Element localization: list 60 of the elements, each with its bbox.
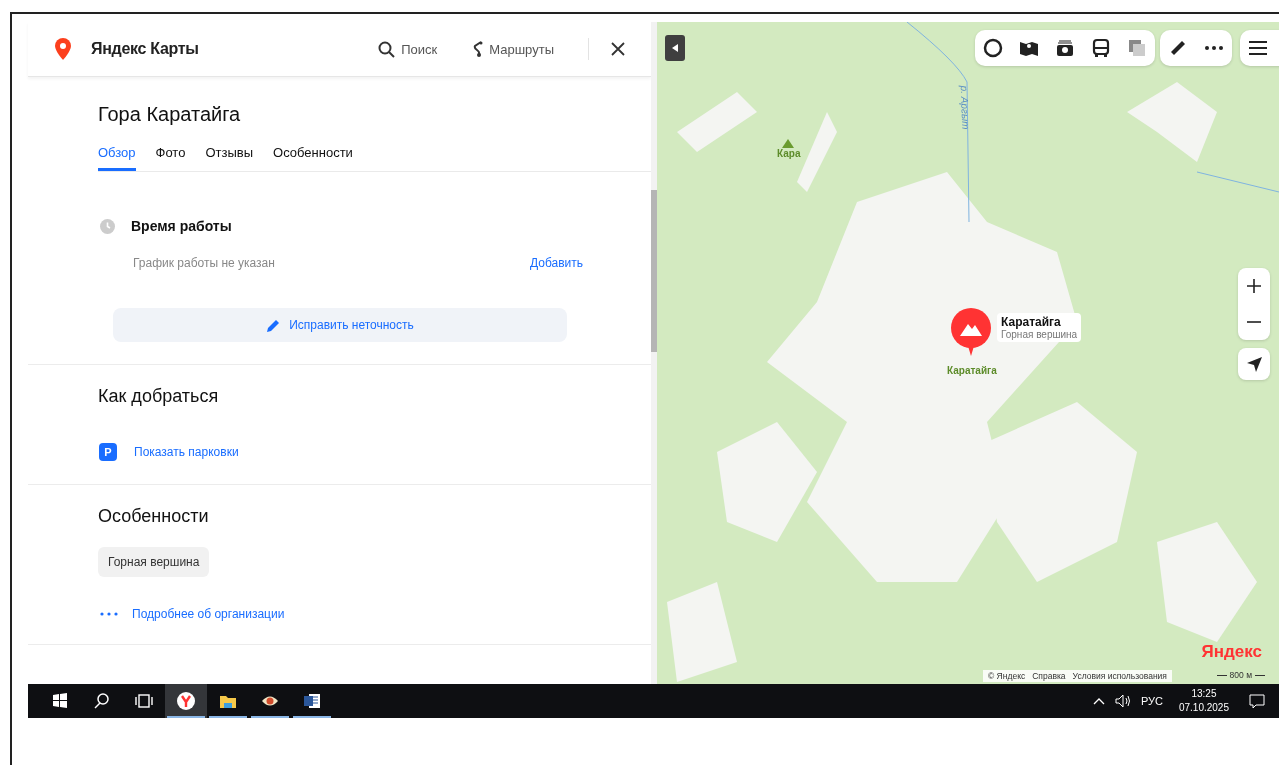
- map-scale: 800 м: [1216, 670, 1265, 680]
- peak-label: Каратайга: [947, 365, 997, 376]
- word-icon: [303, 692, 321, 710]
- section-heading: Как добраться: [98, 386, 220, 407]
- clock[interactable]: 13:25 07.10.2025: [1178, 687, 1229, 715]
- caret-icon: [672, 44, 678, 52]
- peak-label: Кара: [777, 148, 801, 159]
- callout-subtitle: Горная вершина: [1001, 329, 1078, 340]
- arrow-icon: [1246, 356, 1262, 372]
- more-icon: [100, 612, 118, 616]
- hours-note: График работы не указан: [133, 256, 275, 270]
- menu-icon: [1248, 38, 1268, 58]
- footer-link[interactable]: Условия использования: [1072, 671, 1167, 681]
- scrollbar[interactable]: [651, 22, 657, 684]
- feature-tag: Горная вершина: [98, 547, 210, 577]
- browser-icon: [177, 692, 195, 710]
- taskbar-app[interactable]: [165, 684, 207, 718]
- place-title: Гора Каратайга: [98, 103, 242, 126]
- search-button[interactable]: Поиск: [378, 40, 438, 58]
- tab[interactable]: Отзывы: [205, 144, 254, 171]
- details-link[interactable]: Подробнее об организации: [132, 607, 285, 621]
- close-icon[interactable]: [611, 42, 625, 56]
- task-view-icon: [135, 692, 153, 710]
- map-logo: Яндекс: [1201, 642, 1262, 662]
- peak-icon: [782, 139, 794, 148]
- route-icon: [473, 41, 484, 57]
- section-heading: Особенности: [98, 506, 210, 527]
- layers-icon[interactable]: [1127, 38, 1147, 58]
- footer-link[interactable]: © Яндекс: [988, 671, 1026, 681]
- parking-icon: P: [99, 443, 117, 461]
- section-heading: Время работы: [131, 218, 232, 234]
- fix-button[interactable]: Исправить неточность: [113, 308, 567, 342]
- chevron-icon[interactable]: [1092, 697, 1105, 705]
- circle-icon[interactable]: [983, 38, 1003, 58]
- app-logo: Яндекс Карты: [91, 40, 199, 58]
- tab[interactable]: Обзор: [98, 144, 136, 171]
- place-callout[interactable]: Каратайга Горная вершина: [997, 313, 1082, 342]
- notification-icon[interactable]: [1249, 693, 1265, 709]
- parking-link[interactable]: Показать парковки: [134, 445, 239, 459]
- tab[interactable]: Особенности: [273, 144, 353, 171]
- bus-icon[interactable]: [1091, 38, 1111, 58]
- locate-button[interactable]: [1238, 348, 1270, 380]
- river-label: р. Аргыт: [958, 85, 972, 130]
- pencil-icon: [266, 317, 282, 333]
- clock-icon: [100, 218, 115, 234]
- add-link[interactable]: Добавить: [529, 256, 583, 270]
- speaker-icon[interactable]: [1114, 694, 1131, 708]
- map-pin-icon: [55, 38, 71, 60]
- menu-button[interactable]: [1240, 30, 1279, 66]
- search-icon: [93, 692, 111, 710]
- routes-button[interactable]: Маршруты: [473, 41, 554, 57]
- zoom-in-icon[interactable]: [1247, 279, 1261, 293]
- language-indicator[interactable]: РУС: [1140, 695, 1163, 707]
- collapse-button[interactable]: [665, 35, 685, 61]
- windows-icon: [51, 692, 69, 710]
- callout-title: Каратайга: [1001, 315, 1062, 329]
- camera-icon[interactable]: [1055, 38, 1075, 58]
- footer-link[interactable]: Справка: [1032, 671, 1066, 681]
- tab[interactable]: Фото: [155, 144, 186, 171]
- search-icon: [378, 40, 396, 58]
